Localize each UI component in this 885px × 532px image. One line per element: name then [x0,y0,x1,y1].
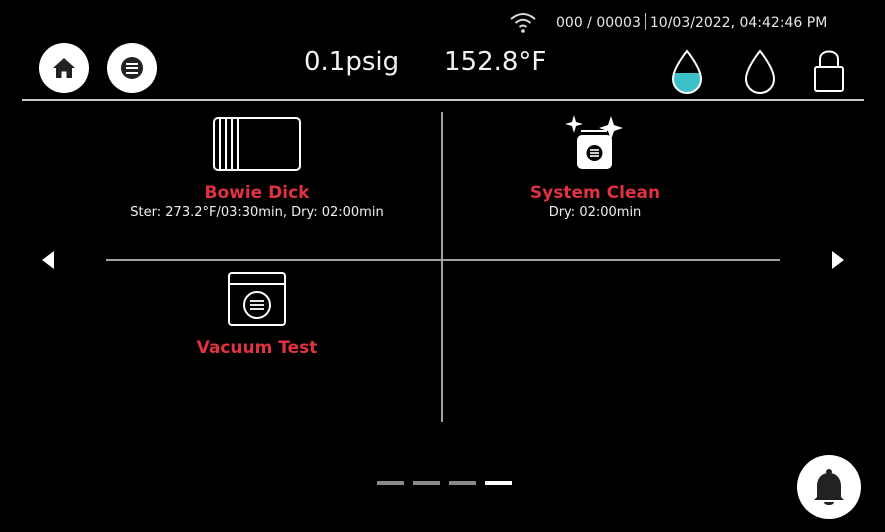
page-indicator-dot-4[interactable] [485,481,512,485]
page-indicator-dot-1[interactable] [377,481,404,485]
bell-button[interactable] [797,455,861,519]
status-separator [644,13,646,30]
cycle-system-clean[interactable]: System Clean Dry: 02:00min [445,115,745,220]
cycle-subtitle: Dry: 02:00min [548,205,642,220]
status-info: 000 / 00003 10/03/2022, 04:42:46 PM [556,13,827,31]
menu-button[interactable] [107,43,157,93]
wifi-icon [510,13,536,33]
page-indicator [377,481,512,485]
home-icon [53,58,75,78]
lock-icon[interactable] [812,46,846,94]
page-indicator-dot-2[interactable] [413,481,440,485]
page-indicator-dot-3[interactable] [449,481,476,485]
home-button[interactable] [39,43,89,93]
system-clean-sparkle-icon [565,115,623,169]
water-drop-filled-icon[interactable] [669,48,705,96]
temperature-readout: 152.8°F [444,47,547,77]
previous-page-arrow-icon[interactable] [40,250,56,270]
cycle-vacuum-test[interactable]: Vacuum Test [106,270,408,358]
cycle-bowie-dick[interactable]: Bowie Dick Ster: 273.2°F/03:30min, Dry: … [106,115,408,220]
grid-divider-horizontal [106,259,780,261]
menu-icon [121,57,143,79]
header-divider [22,99,864,101]
vacuum-test-chamber-icon [228,272,286,326]
pressure-readout: 0.1psig [304,47,400,77]
datetime: 10/03/2022, 04:42:46 PM [649,15,828,31]
cycle-title: Vacuum Test [196,338,318,358]
water-drop-empty-icon[interactable] [742,48,778,96]
bowie-dick-pack-icon [213,117,301,171]
cycle-title: System Clean [529,183,661,203]
grid-divider-vertical [441,112,443,422]
next-page-arrow-icon[interactable] [830,250,846,270]
cycle-title: Bowie Dick [204,183,310,203]
cycle-subtitle: Ster: 273.2°F/03:30min, Dry: 02:00min [130,205,384,220]
cycle-counter: 000 / 00003 [556,15,641,31]
